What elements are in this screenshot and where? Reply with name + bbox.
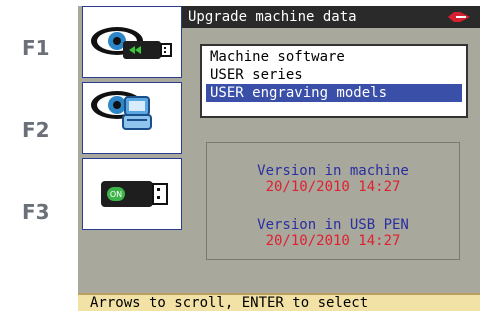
eye-computer-icon	[91, 91, 152, 130]
status-bar: Arrows to scroll, ENTER to select	[78, 293, 480, 311]
f1-button[interactable]	[82, 6, 182, 78]
f3-label: F3	[22, 200, 50, 224]
upgrade-options-list[interactable]: Machine software USER series USER engrav…	[200, 44, 468, 118]
usb-version-value: 20/10/2010 14:27	[265, 233, 401, 249]
f2-label: F2	[22, 118, 50, 142]
brand-logo-icon	[448, 12, 470, 22]
eye-usb-icon	[91, 27, 172, 59]
menu-item-machine-software[interactable]: Machine software	[206, 48, 462, 66]
version-info-box: Version in machine 20/10/2010 14:27 Vers…	[206, 142, 460, 260]
title-bar: Upgrade machine data	[182, 6, 480, 28]
machine-version-value: 20/10/2010 14:27	[265, 179, 401, 195]
svg-text:ON: ON	[110, 190, 122, 199]
f2-button[interactable]	[82, 82, 182, 154]
menu-item-user-series[interactable]: USER series	[206, 66, 462, 84]
f1-label: F1	[22, 36, 50, 60]
usb-version-label: Version in USB PEN	[257, 217, 409, 233]
window-title: Upgrade machine data	[188, 9, 357, 25]
machine-version-label: Version in machine	[257, 163, 409, 179]
menu-item-user-engraving-models[interactable]: USER engraving models	[206, 84, 462, 102]
usb-on-icon: ON	[101, 181, 168, 207]
f3-button[interactable]: ON	[82, 158, 182, 230]
